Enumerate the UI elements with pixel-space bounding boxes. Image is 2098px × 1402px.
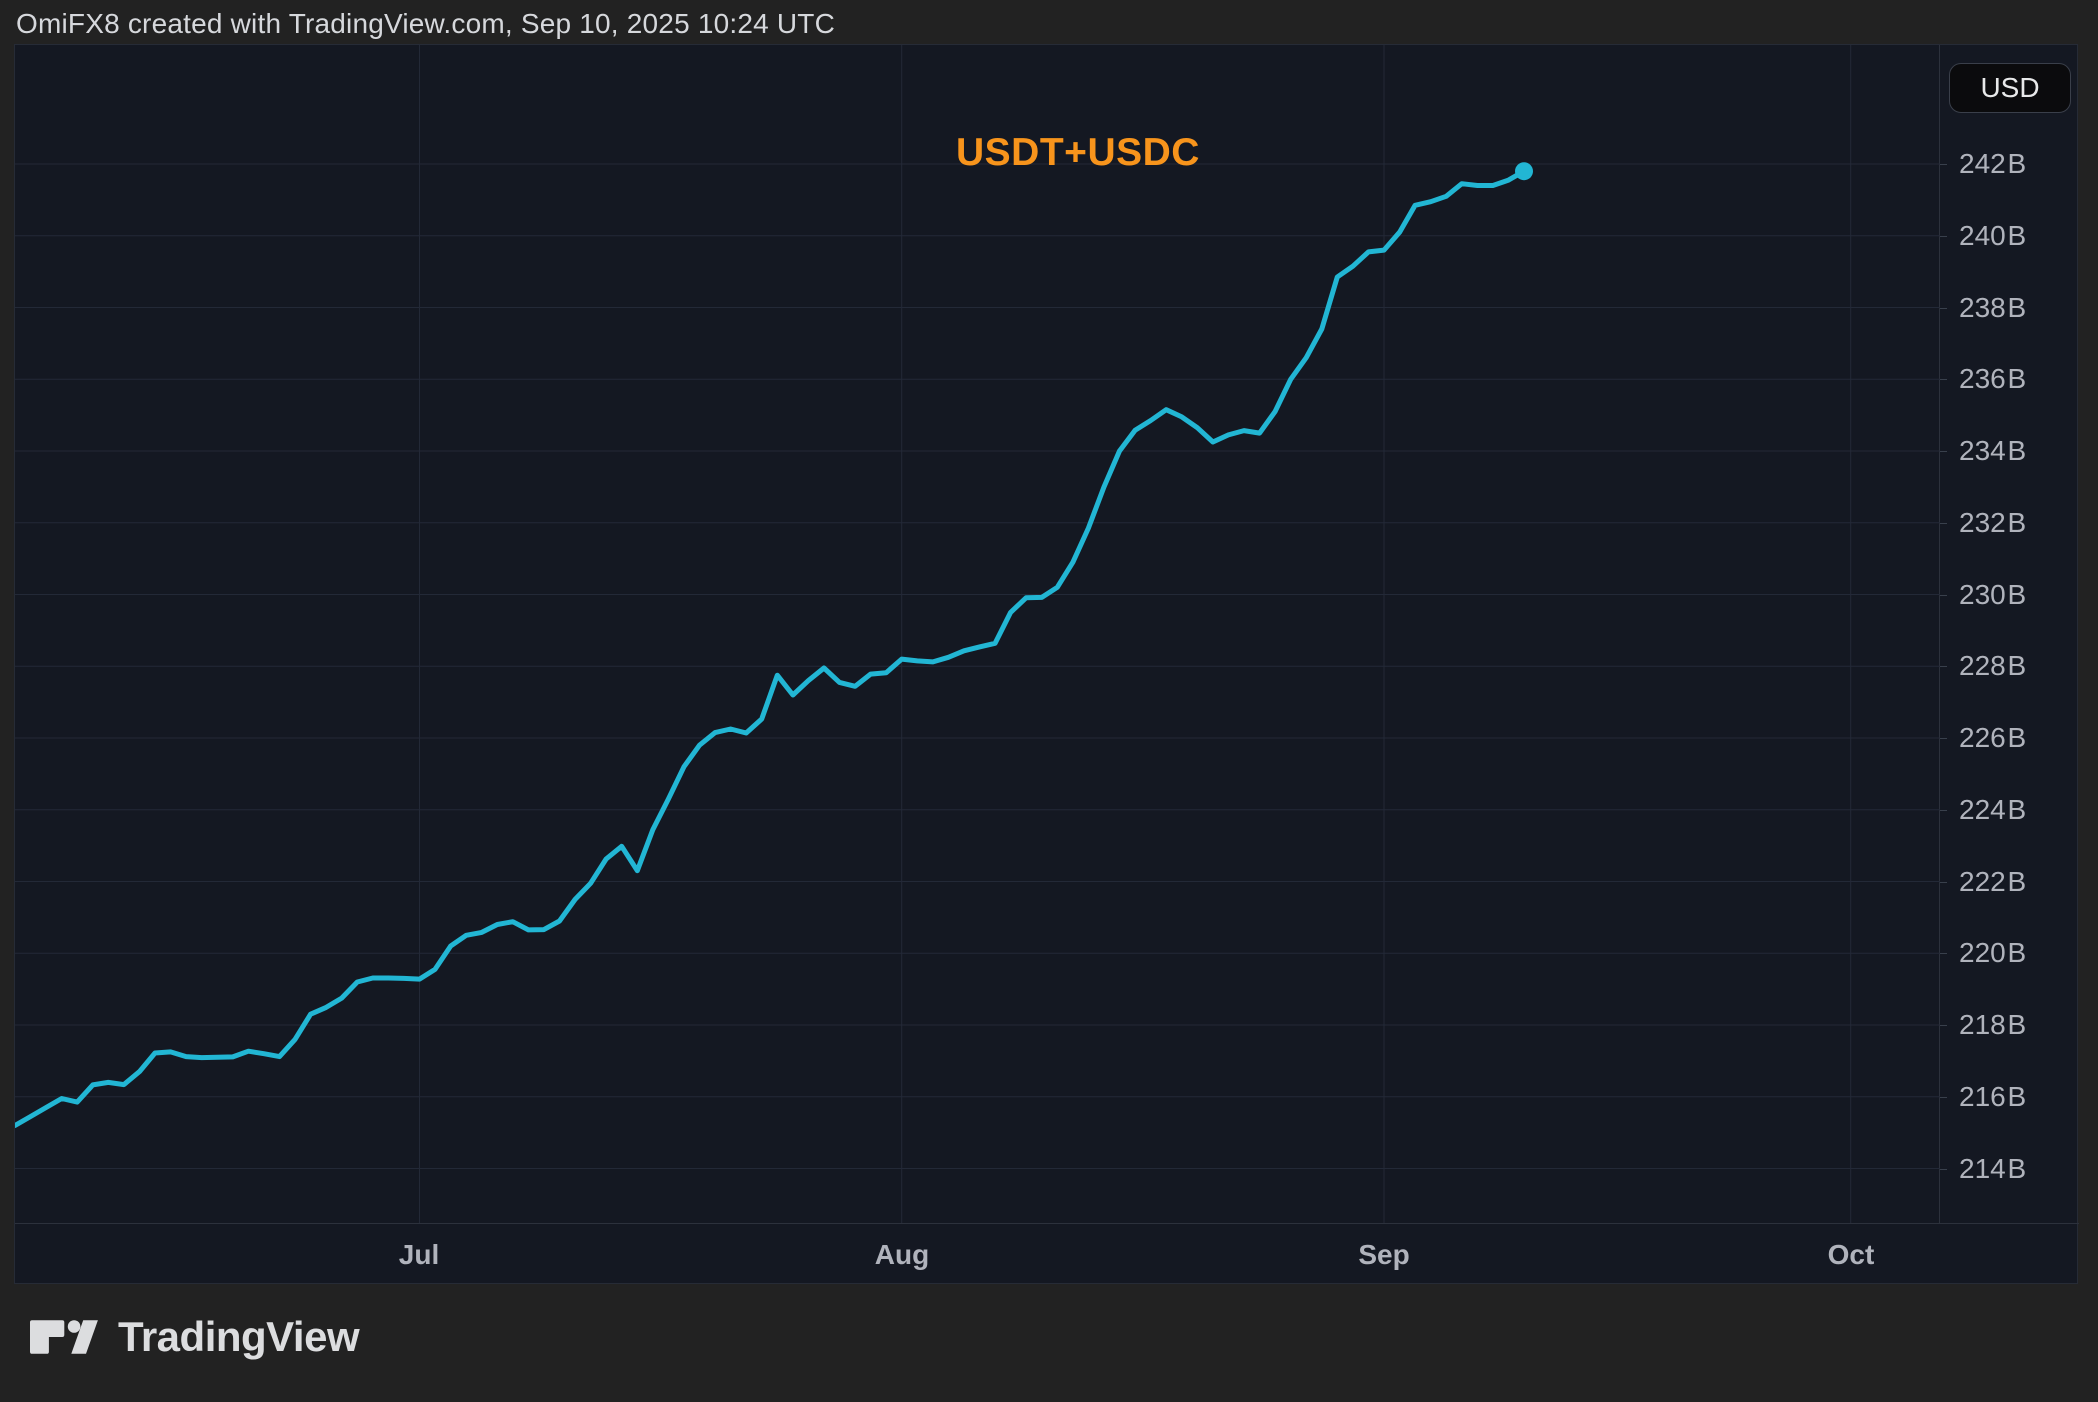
chart-plot-area[interactable]: USDT+USDC xyxy=(15,45,1940,1223)
vertical-gridlines xyxy=(420,45,1851,1223)
tradingview-logo-icon xyxy=(30,1312,100,1362)
price-axis-tick xyxy=(1940,164,1947,165)
price-axis-tick xyxy=(1940,379,1947,380)
price-axis-tick xyxy=(1940,236,1947,237)
time-axis-label: Aug xyxy=(875,1239,929,1271)
price-axis-label: 218 B xyxy=(1959,1009,2026,1041)
series-line xyxy=(15,171,1524,1125)
price-axis-label: 234 B xyxy=(1959,435,2026,467)
price-axis-tick xyxy=(1940,666,1947,667)
price-axis-label: 228 B xyxy=(1959,650,2026,682)
price-axis[interactable]: USD 242 B 240 B 238 B 236 B 234 B 232 B 230 B 2… xyxy=(1940,45,2079,1285)
price-axis-label: 238 B xyxy=(1959,292,2026,324)
time-axis-label: Sep xyxy=(1358,1239,1409,1271)
price-axis-label: 214 B xyxy=(1959,1153,2026,1185)
currency-button[interactable]: USD xyxy=(1949,63,2071,113)
price-axis-tick xyxy=(1940,595,1947,596)
price-axis-label: 220 B xyxy=(1959,937,2026,969)
price-axis-tick xyxy=(1940,953,1947,954)
price-axis-label: 224 B xyxy=(1959,794,2026,826)
price-axis-tick xyxy=(1940,1097,1947,1098)
price-axis-label: 232 B xyxy=(1959,507,2026,539)
price-axis-tick xyxy=(1940,1169,1947,1170)
price-axis-label: 240 B xyxy=(1959,220,2026,252)
price-axis-label: 216 B xyxy=(1959,1081,2026,1113)
price-axis-tick xyxy=(1940,882,1947,883)
tradingview-watermark[interactable]: TradingView xyxy=(30,1312,359,1362)
price-axis-label: 230 B xyxy=(1959,579,2026,611)
price-chart-svg xyxy=(15,45,1940,1223)
attribution-text: OmiFX8 created with TradingView.com, Sep… xyxy=(16,8,835,40)
price-axis-label: 236 B xyxy=(1959,363,2026,395)
price-axis-tick xyxy=(1940,523,1947,524)
price-axis-tick xyxy=(1940,451,1947,452)
price-axis-tick xyxy=(1940,308,1947,309)
chart-container: USDT+USDC USD 242 B 240 B 238 B 236 B 234 B 2… xyxy=(14,44,2078,1284)
series-label: USDT+USDC xyxy=(956,131,1200,175)
price-axis-tick xyxy=(1940,738,1947,739)
time-axis-label: Jul xyxy=(399,1239,439,1271)
price-axis-label: 222 B xyxy=(1959,866,2026,898)
horizontal-gridlines xyxy=(15,164,1940,1169)
price-axis-tick xyxy=(1940,1025,1947,1026)
price-axis-label: 226 B xyxy=(1959,722,2026,754)
time-axis-label: Oct xyxy=(1828,1239,1875,1271)
price-axis-label: 242 B xyxy=(1959,148,2026,180)
price-axis-tick xyxy=(1940,810,1947,811)
series-endpoint-dot xyxy=(1515,162,1533,180)
time-axis[interactable]: Jul Aug Sep Oct xyxy=(15,1223,2079,1285)
tradingview-logo-text: TradingView xyxy=(118,1313,359,1361)
